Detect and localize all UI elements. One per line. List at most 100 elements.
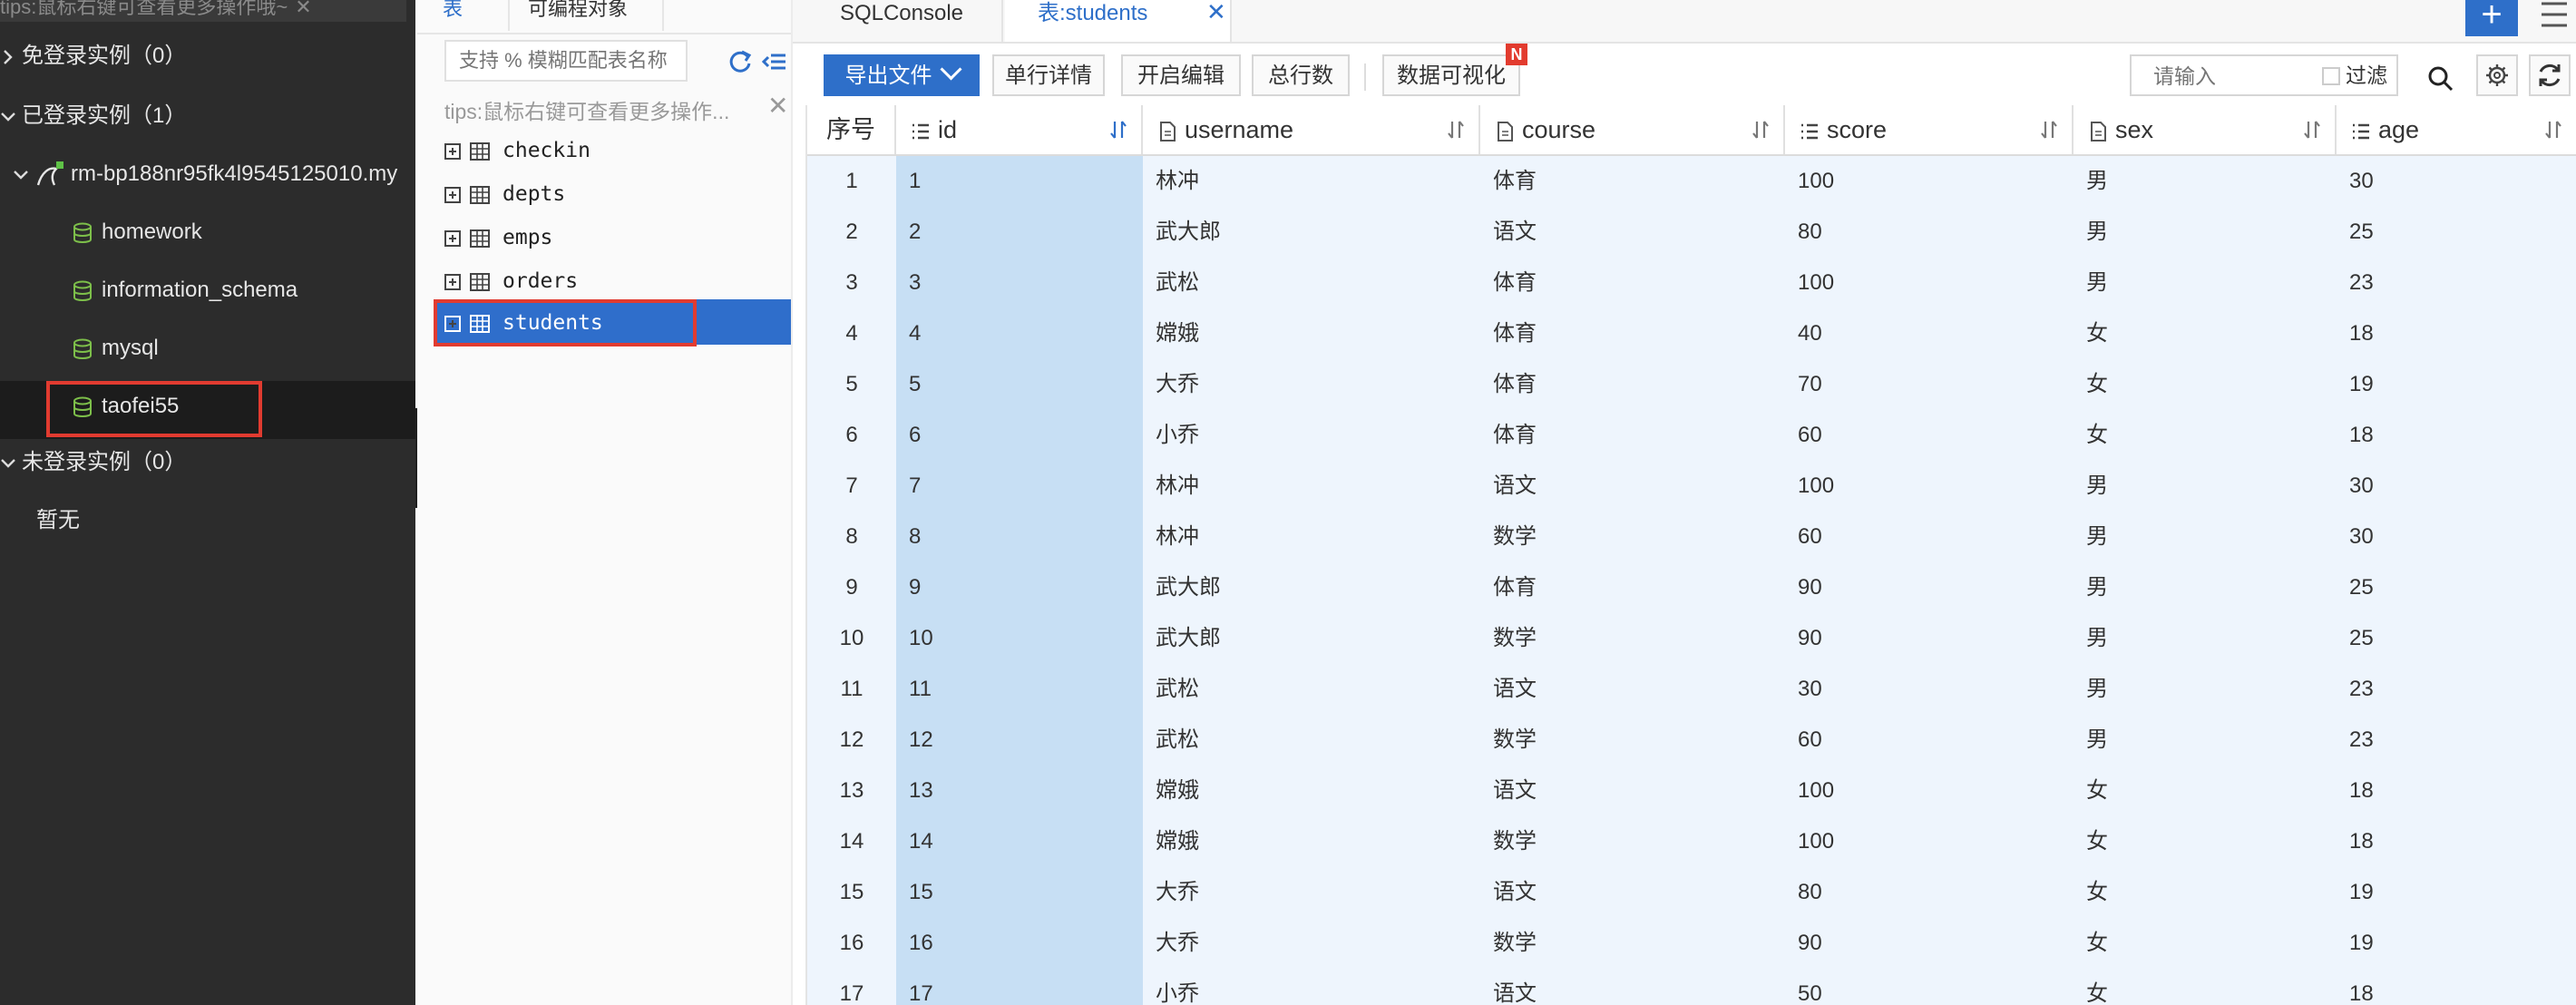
cell-sex[interactable]: 女 — [2073, 359, 2337, 410]
cell-id[interactable]: 5 — [896, 359, 1143, 410]
tab-sqlconsole[interactable]: SQLConsole — [802, 0, 1003, 42]
cell-id[interactable]: 4 — [896, 308, 1143, 359]
cell-score[interactable]: 80 — [1785, 867, 2073, 918]
cell-sex[interactable]: 男 — [2073, 512, 2337, 562]
cell-seq[interactable]: 5 — [807, 359, 896, 410]
table-row[interactable]: 11 11 武松 语文 30 男 23 — [807, 664, 2576, 716]
cell-score[interactable]: 90 — [1785, 562, 2073, 613]
table-row[interactable]: 6 6 小乔 体育 60 女 18 — [807, 410, 2576, 462]
cell-seq[interactable]: 8 — [807, 512, 896, 562]
table-row[interactable]: 3 3 武松 体育 100 男 23 — [807, 258, 2576, 309]
cell-score[interactable]: 70 — [1785, 359, 2073, 410]
cell-score[interactable]: 100 — [1785, 766, 2073, 816]
cell-age[interactable]: 23 — [2337, 715, 2576, 766]
total-rows-button[interactable]: 总行数 — [1252, 54, 1350, 96]
reload-button[interactable] — [2529, 54, 2571, 96]
cell-age[interactable]: 18 — [2337, 410, 2576, 461]
instance-node[interactable]: rm-bp188nr95fk4l9545125010.my — [13, 145, 397, 203]
db-item-information-schema[interactable]: information_schema — [71, 261, 298, 319]
cell-age[interactable]: 25 — [2337, 613, 2576, 664]
close-icon[interactable]: ✕ — [767, 91, 788, 121]
cell-course[interactable]: 语文 — [1480, 969, 1785, 1005]
cell-username[interactable]: 大乔 — [1143, 918, 1480, 969]
db-item-mysql[interactable]: mysql — [71, 319, 159, 377]
cell-sex[interactable]: 男 — [2073, 562, 2337, 613]
sort-icon[interactable] — [2039, 120, 2059, 140]
cell-age[interactable]: 19 — [2337, 867, 2576, 918]
column-header-age[interactable]: age — [2337, 105, 2576, 154]
cell-course[interactable]: 数学 — [1480, 512, 1785, 562]
cell-username[interactable]: 嫦娥 — [1143, 308, 1480, 359]
cell-course[interactable]: 数学 — [1480, 918, 1785, 969]
tab-programmable-objects[interactable]: 可编程对象 — [508, 0, 664, 31]
cell-score[interactable]: 100 — [1785, 258, 2073, 308]
cell-course[interactable]: 语文 — [1480, 766, 1785, 816]
cell-username[interactable]: 武松 — [1143, 715, 1480, 766]
cell-sex[interactable]: 男 — [2073, 664, 2337, 715]
export-button[interactable]: 导出文件 — [824, 54, 980, 96]
column-header-course[interactable]: course — [1480, 105, 1785, 154]
cell-username[interactable]: 嫦娥 — [1143, 766, 1480, 816]
cell-sex[interactable]: 男 — [2073, 461, 2337, 512]
group-not-logged-in[interactable]: 未登录实例（0） — [0, 434, 186, 492]
cell-age[interactable]: 19 — [2337, 918, 2576, 969]
table-row[interactable]: 9 9 武大郎 体育 90 男 25 — [807, 562, 2576, 614]
cell-id[interactable]: 12 — [896, 715, 1143, 766]
cell-username[interactable]: 林冲 — [1143, 461, 1480, 512]
cell-course[interactable]: 数学 — [1480, 613, 1785, 664]
cell-score[interactable]: 90 — [1785, 918, 2073, 969]
table-row[interactable]: 1 1 林冲 体育 100 男 30 — [807, 156, 2576, 208]
cell-id[interactable]: 3 — [896, 258, 1143, 308]
column-header-seq[interactable]: 序号 — [807, 105, 896, 154]
cell-username[interactable]: 林冲 — [1143, 156, 1480, 207]
cell-sex[interactable]: 男 — [2073, 715, 2337, 766]
cell-id[interactable]: 2 — [896, 207, 1143, 258]
table-row[interactable]: 7 7 林冲 语文 100 男 30 — [807, 461, 2576, 512]
cell-course[interactable]: 体育 — [1480, 258, 1785, 308]
cell-course[interactable]: 体育 — [1480, 410, 1785, 461]
cell-score[interactable]: 60 — [1785, 715, 2073, 766]
cell-seq[interactable]: 17 — [807, 969, 896, 1005]
cell-id[interactable]: 8 — [896, 512, 1143, 562]
expand-icon[interactable] — [444, 142, 461, 160]
cell-course[interactable]: 数学 — [1480, 715, 1785, 766]
cell-username[interactable]: 大乔 — [1143, 867, 1480, 918]
add-tab-button[interactable]: + — [2465, 0, 2518, 36]
table-row[interactable]: 5 5 大乔 体育 70 女 19 — [807, 359, 2576, 411]
cell-id[interactable]: 15 — [896, 867, 1143, 918]
cell-score[interactable]: 50 — [1785, 969, 2073, 1005]
cell-seq[interactable]: 1 — [807, 156, 896, 207]
refresh-icon[interactable] — [727, 49, 753, 74]
cell-username[interactable]: 武大郎 — [1143, 207, 1480, 258]
table-item-checkin[interactable]: checkin — [444, 129, 590, 172]
cell-id[interactable]: 1 — [896, 156, 1143, 207]
cell-age[interactable]: 18 — [2337, 816, 2576, 867]
cell-sex[interactable]: 女 — [2073, 308, 2337, 359]
search-icon[interactable] — [2427, 65, 2454, 93]
cell-sex[interactable]: 女 — [2073, 410, 2337, 461]
cell-age[interactable]: 30 — [2337, 512, 2576, 562]
cell-score[interactable]: 100 — [1785, 461, 2073, 512]
cell-seq[interactable]: 11 — [807, 664, 896, 715]
table-row[interactable]: 8 8 林冲 数学 60 男 30 — [807, 512, 2576, 563]
table-row[interactable]: 2 2 武大郎 语文 80 男 25 — [807, 207, 2576, 259]
cell-id[interactable]: 16 — [896, 918, 1143, 969]
cell-id[interactable]: 14 — [896, 816, 1143, 867]
table-search-input[interactable] — [444, 40, 688, 82]
cell-score[interactable]: 40 — [1785, 308, 2073, 359]
cell-course[interactable]: 体育 — [1480, 562, 1785, 613]
cell-course[interactable]: 体育 — [1480, 308, 1785, 359]
cell-score[interactable]: 60 — [1785, 512, 2073, 562]
cell-age[interactable]: 30 — [2337, 156, 2576, 207]
cell-id[interactable]: 6 — [896, 410, 1143, 461]
cell-course[interactable]: 数学 — [1480, 816, 1785, 867]
filter-checkbox[interactable] — [2322, 67, 2340, 85]
cell-id[interactable]: 17 — [896, 969, 1143, 1005]
cell-sex[interactable]: 女 — [2073, 969, 2337, 1005]
cell-sex[interactable]: 女 — [2073, 816, 2337, 867]
sort-icon[interactable] — [1108, 120, 1128, 140]
table-row[interactable]: 4 4 嫦娥 体育 40 女 18 — [807, 308, 2576, 360]
cell-age[interactable]: 30 — [2337, 461, 2576, 512]
cell-score[interactable]: 100 — [1785, 156, 2073, 207]
cell-score[interactable]: 60 — [1785, 410, 2073, 461]
